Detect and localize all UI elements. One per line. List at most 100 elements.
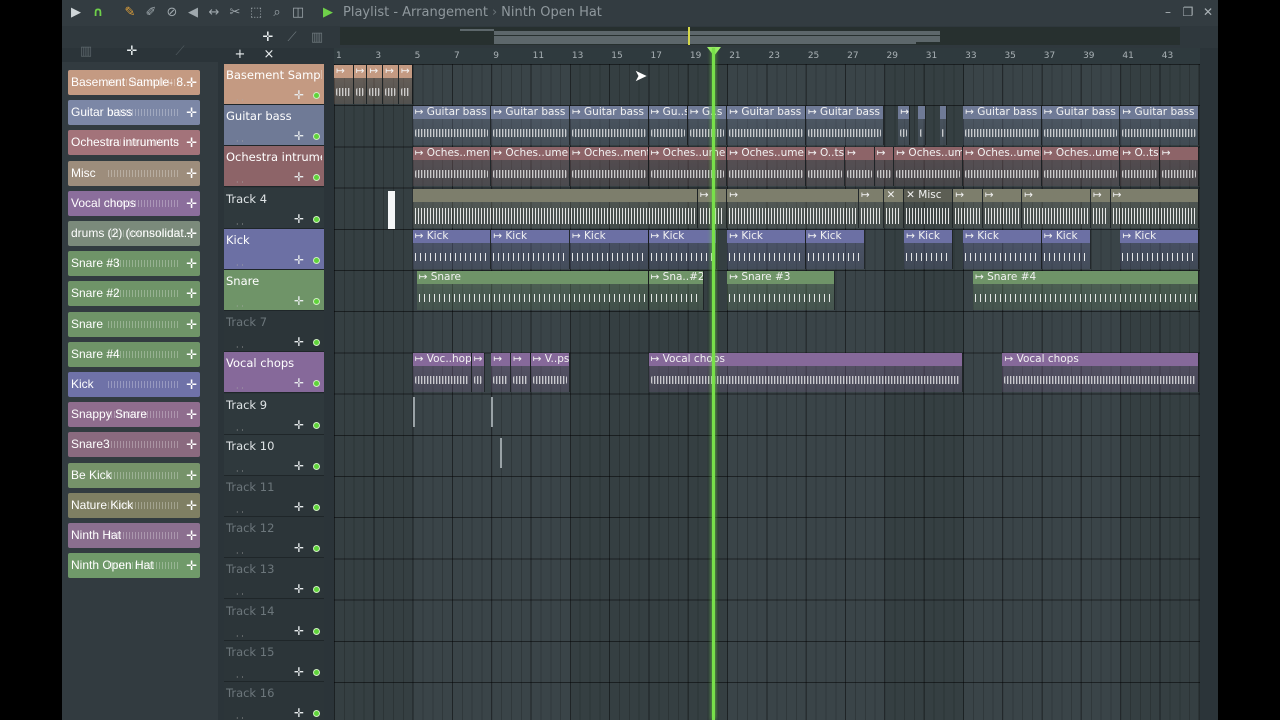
playlist-clip[interactable]: ↦ [383, 65, 399, 104]
track-move-icon[interactable]: ✛ [294, 212, 304, 226]
clip-label[interactable]: ↦ [727, 188, 858, 202]
clip-body[interactable] [963, 160, 1041, 187]
playlist-clip[interactable]: ↦ Kick [412, 229, 492, 269]
clip-body[interactable] [1120, 119, 1199, 146]
restore-button[interactable]: ❐ [1180, 4, 1196, 20]
playlist-clip[interactable]: ↦ Guitar bass [1041, 106, 1121, 146]
clip-body[interactable] [858, 201, 884, 228]
clip-label[interactable]: ↦ Kick [805, 229, 864, 243]
clip-label[interactable]: ↦ [353, 65, 367, 78]
playlist-clip[interactable]: ↦ Guitar bass [569, 106, 649, 146]
playlist-clip[interactable]: ↦ Oches..uments [727, 147, 806, 187]
clip-body[interactable] [953, 201, 982, 228]
clip-label[interactable]: ↦ [1022, 188, 1090, 202]
timeline-ruler[interactable]: 1 3 5 7 9 11 13 15 17 19 21 23 25 27 29 31 33 35 37 39 41 43 [334, 48, 1200, 64]
clip-label[interactable]: ↦ Oches..uments [1041, 147, 1120, 161]
playlist-clip[interactable]: ↦ Guitar bass [491, 106, 570, 146]
song-overview[interactable] [340, 27, 1180, 45]
track-move-icon[interactable]: ✛ [294, 541, 304, 555]
track-header[interactable]: Track 10 · · ✛ [224, 434, 324, 476]
delete-tool-icon[interactable]: ⊘ [164, 5, 180, 21]
select-tool-icon[interactable]: ⬚ [248, 5, 264, 21]
clip-body[interactable] [963, 242, 1041, 269]
playlist-clip[interactable]: ↦ Kick [1041, 229, 1091, 269]
clip-body[interactable] [963, 119, 1041, 146]
playlist-clip[interactable]: ↦ Snare #4 [972, 271, 1200, 310]
clip-label[interactable]: ↦ Kick [412, 229, 491, 243]
clip-label[interactable]: ↦ Vocal chops [1002, 353, 1199, 367]
picker-item[interactable]: Snare #4 ✛ [68, 341, 200, 367]
track-name[interactable]: Vocal chops [226, 356, 322, 370]
picker-item[interactable]: Nature Kick ✛ [68, 492, 200, 518]
picker-item[interactable]: Vocal chops ✛ [68, 190, 200, 216]
playlist-clip[interactable]: ↦ Oches..uments [894, 147, 964, 187]
playlist-clip[interactable]: ↦ [858, 188, 885, 228]
playlist-clip[interactable]: ↦ Vocal chops [648, 353, 964, 393]
clip-body[interactable] [904, 201, 953, 228]
track-name[interactable]: Track 15 [226, 645, 322, 659]
drag-icon[interactable]: ✛ [186, 402, 197, 427]
clip-body[interactable] [569, 242, 648, 269]
clip-body[interactable] [491, 242, 569, 269]
track-move-icon[interactable]: ✛ [294, 665, 304, 679]
track-name[interactable]: Track 11 [226, 480, 322, 494]
clip-body[interactable] [727, 201, 858, 228]
track-move-icon[interactable]: ✛ [294, 253, 304, 267]
playlist-clip[interactable]: ↦ Guitar bass [412, 106, 492, 146]
track-drag-icon[interactable]: ✛ [260, 30, 276, 46]
clip-body[interactable] [727, 284, 835, 310]
track-enable-led[interactable] [313, 256, 320, 264]
track-group-icon[interactable]: ▥ [309, 30, 325, 46]
remove-track-icon[interactable]: × [261, 47, 277, 63]
close-button[interactable]: ✕ [1200, 4, 1216, 20]
playlist-clip[interactable]: ↦ O..ts [1120, 147, 1160, 187]
track-grip-icon[interactable]: · · [236, 302, 244, 311]
track-grip-icon[interactable]: · · [236, 96, 244, 105]
mute-tool-icon[interactable]: ◀ [185, 5, 201, 21]
clip-body[interactable] [898, 119, 910, 146]
clip-label[interactable]: ↦ Snare [416, 271, 648, 284]
playlist-clip[interactable]: ↦ [353, 65, 368, 104]
playlist-clip[interactable]: ↦ [953, 188, 983, 228]
track-grip-icon[interactable]: · · [236, 714, 244, 720]
clip-body[interactable] [648, 366, 963, 393]
playlist-clip[interactable]: ↦ Snare #3 [727, 271, 836, 310]
clip-label[interactable]: ↦ Voc..hops [412, 353, 471, 367]
playlist-clip[interactable]: ↦ Guitar bass [805, 106, 885, 146]
track-grip-icon[interactable]: · · [236, 261, 244, 270]
track-grip-icon[interactable]: · · [236, 137, 244, 146]
clip-label[interactable]: ↦ [471, 353, 485, 367]
menu-arrow-icon[interactable]: ▶ [68, 5, 84, 21]
pencil-tool-icon[interactable]: ✎ [122, 5, 138, 21]
playlist-clip[interactable]: ↦ Kick [727, 229, 806, 269]
clip-label[interactable]: ↦ [953, 188, 982, 202]
playlist-clip[interactable]: ↦ [1159, 147, 1200, 187]
playlist-clip[interactable]: ↦ [367, 65, 384, 104]
playlist-clip[interactable]: ↦ G..s [687, 106, 728, 146]
track-header[interactable]: Track 4 · · ✛ [224, 187, 324, 229]
clip-label[interactable]: ↦ Oches..uments [963, 147, 1041, 161]
clip-label[interactable]: ↦ [1090, 188, 1110, 202]
track-move-icon[interactable]: ✛ [294, 418, 304, 432]
playlist-clip[interactable]: ↦ Kick [1120, 229, 1200, 269]
track-grip-icon[interactable]: · · [236, 178, 244, 187]
track-header[interactable]: Vocal chops · · ✛ [224, 352, 324, 394]
clip-body[interactable] [530, 366, 569, 393]
playlist-clip[interactable]: ↦ Sna..#2 [648, 271, 704, 310]
track-enable-led[interactable] [313, 92, 320, 99]
clip-body[interactable] [648, 242, 717, 269]
playlist-clip[interactable]: ↦ [874, 147, 895, 187]
track-move-icon[interactable]: ✛ [294, 129, 304, 143]
clip-body[interactable] [412, 242, 491, 269]
clip-label[interactable]: ↦ [510, 353, 530, 367]
track-header[interactable]: Track 11 · · ✛ [224, 476, 324, 517]
clip-body[interactable] [648, 284, 703, 310]
track-enable-led[interactable] [313, 174, 320, 182]
clip-label[interactable]: ↦ Kick [569, 229, 648, 243]
clip-label[interactable]: ↦ Gu..s [648, 106, 687, 120]
track-move-icon[interactable]: ✛ [294, 376, 304, 390]
track-grip-icon[interactable]: · · [236, 590, 244, 599]
clip-body[interactable] [1041, 160, 1120, 187]
track-move-icon[interactable]: ✛ [294, 88, 304, 102]
clip-label[interactable]: ↦ [491, 353, 510, 367]
